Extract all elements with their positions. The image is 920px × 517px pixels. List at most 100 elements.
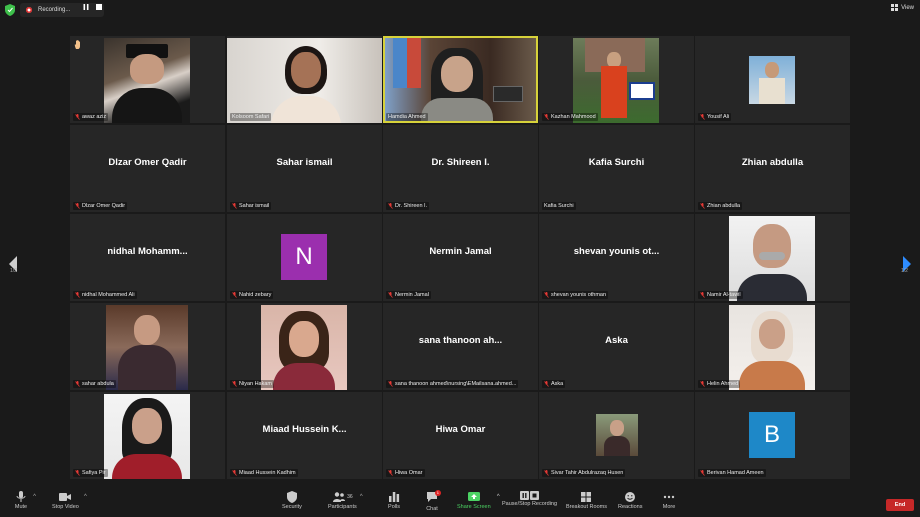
polls-button[interactable]: Polls [387,491,401,510]
participant-label: Sivar Tahir Abdulrazaq Husen [542,469,626,477]
page-indicator-right: 1/2 [901,268,908,274]
participant-tile[interactable]: sahar abdula [70,303,225,390]
muted-mic-icon [75,203,80,209]
participant-tile[interactable]: Safiya Pir [70,392,225,479]
breakout-rooms-label: Breakout Rooms [566,504,607,510]
share-screen-icon [467,492,480,501]
participant-tile[interactable]: Helin Ahmed [695,303,850,390]
end-meeting-button[interactable]: End [886,499,914,511]
chevron-up-icon[interactable]: ^ [360,494,363,500]
participant-video [106,305,188,390]
view-button[interactable]: View [891,4,914,11]
participant-tile[interactable]: Miaad Hussein K... Miaad Hussein Kadhim [227,392,382,479]
security-button[interactable]: Security [282,491,302,510]
participant-tile[interactable]: N Nahid zebary [227,214,382,301]
participant-tile[interactable]: Kolsoom Safari [227,36,382,123]
muted-mic-icon [388,381,393,387]
participant-name: sana thanoon ahmed\nursing\EMailsana.ahm… [395,381,517,387]
participant-tile[interactable]: Aska Aska [539,303,694,390]
participant-display-name: nidhal Mohamm... [107,246,188,257]
participant-video [749,56,795,104]
participant-tile[interactable]: Kafia Surchi Kafia Surchi [539,125,694,212]
pause-recording-icon[interactable] [82,3,90,11]
chevron-up-icon[interactable]: ^ [33,494,36,500]
participant-display-name: Miaad Hussein K... [262,424,347,435]
mute-button[interactable]: Mute ^ [14,491,36,510]
shield-icon[interactable] [5,4,15,16]
breakout-rooms-icon [581,492,592,502]
participant-label: Safiya Pir [73,469,108,477]
participant-tile[interactable]: sana thanoon ah... sana thanoon ahmed\nu… [383,303,538,390]
participant-display-name: Kafia Surchi [588,157,645,168]
participants-button[interactable]: 36 Participants ^ [328,491,363,510]
chevron-up-icon[interactable]: ^ [84,494,87,500]
share-screen-button[interactable]: Share Screen ^ [457,491,500,510]
stop-icon [530,491,540,500]
participant-label: Hamdia Ahmed [386,113,428,121]
participant-name: Namir Al-tawil [707,292,741,298]
pause-icon [520,491,530,500]
participant-tile[interactable]: Sivar Tahir Abdulrazaq Husen [539,392,694,479]
participant-tile[interactable]: nidhal Mohamm... nidhal Mohammed Ali [70,214,225,301]
participant-tile[interactable]: Nermin Jamal Nermin Jamal [383,214,538,301]
participant-tile[interactable]: Niyan Hakam [227,303,382,390]
participant-display-name: sana thanoon ah... [418,335,503,346]
participant-tile[interactable]: Kazhan Mahmood [539,36,694,123]
participant-name: sahar abdula [82,381,114,387]
participant-label: sahar abdula [73,380,116,388]
participant-name: Niyan Hakam [239,381,273,387]
stop-recording-icon[interactable] [95,3,103,11]
participant-name: shevan younis othman [551,292,607,298]
participant-tile[interactable]: shevan younis ot... shevan younis othman [539,214,694,301]
participant-tile[interactable]: B Berivan Hamad Ameen [695,392,850,479]
participant-label: Kolsoom Safari [230,113,272,121]
participant-video [227,38,382,123]
participant-video [729,305,815,390]
stop-video-button[interactable]: Stop Video ^ [52,491,87,510]
reactions-button[interactable]: Reactions [618,491,642,510]
page-indicator-left: 1/2 [10,268,17,274]
participant-tile[interactable]: awaz aziz [70,36,225,123]
participant-label: Kazhan Mahmood [542,113,598,121]
participant-name: Yousif Ali [707,114,730,120]
participant-video [104,38,190,123]
participant-name: Safiya Pir [82,470,106,476]
more-button[interactable]: More [662,491,676,510]
participant-tile[interactable]: Sahar ismail Sahar ismail [227,125,382,212]
chat-unread-badge: 1 [434,490,441,496]
participant-tile[interactable]: Namir Al-tawil [695,214,850,301]
participant-avatar: B [749,412,795,458]
muted-mic-icon [75,470,80,476]
muted-mic-icon [544,292,549,298]
muted-mic-icon [700,114,705,120]
participant-name: Kafia Surchi [544,203,574,209]
participant-display-name: Zhian abdulla [741,157,804,168]
bar-chart-icon [389,492,400,502]
ellipsis-icon [663,495,675,499]
participant-name: Kazhan Mahmood [551,114,596,120]
reactions-label: Reactions [618,504,643,510]
participant-tile[interactable]: Hiwa Omar Hiwa Omar [383,392,538,479]
participant-video [573,38,659,123]
participant-video [385,38,536,121]
participant-tile[interactable]: Yousif Ali [695,36,850,123]
participant-name: awaz aziz [82,114,107,120]
muted-mic-icon [232,470,237,476]
participant-label: Dlzar Omer Qadir [73,202,128,210]
pause-stop-recording-button[interactable]: Pause/Stop Recording [502,491,557,507]
participant-tile[interactable]: Dr. Shireen I. Dr. Shireen I. [383,125,538,212]
participant-label: sana thanoon ahmed\nursing\EMailsana.ahm… [386,380,519,388]
recording-dot-icon [26,7,32,13]
participant-label: Miaad Hussein Kadhim [230,469,298,477]
chat-button[interactable]: 1 Chat [425,490,441,512]
chevron-up-icon[interactable]: ^ [497,494,500,500]
video-camera-icon [59,493,72,501]
participant-tile-active-speaker[interactable]: Hamdia Ahmed [383,36,538,123]
participant-tile[interactable]: Zhian abdulla Zhian abdulla [695,125,850,212]
participant-tile[interactable]: Dlzar Omer Qadir Dlzar Omer Qadir [70,125,225,212]
participant-label: Helin Ahmed [698,380,741,388]
participant-display-name: shevan younis ot... [573,246,660,257]
participant-name: Sahar ismail [239,203,270,209]
breakout-rooms-button[interactable]: Breakout Rooms [566,491,607,510]
participant-label: Yousif Ali [698,113,732,121]
